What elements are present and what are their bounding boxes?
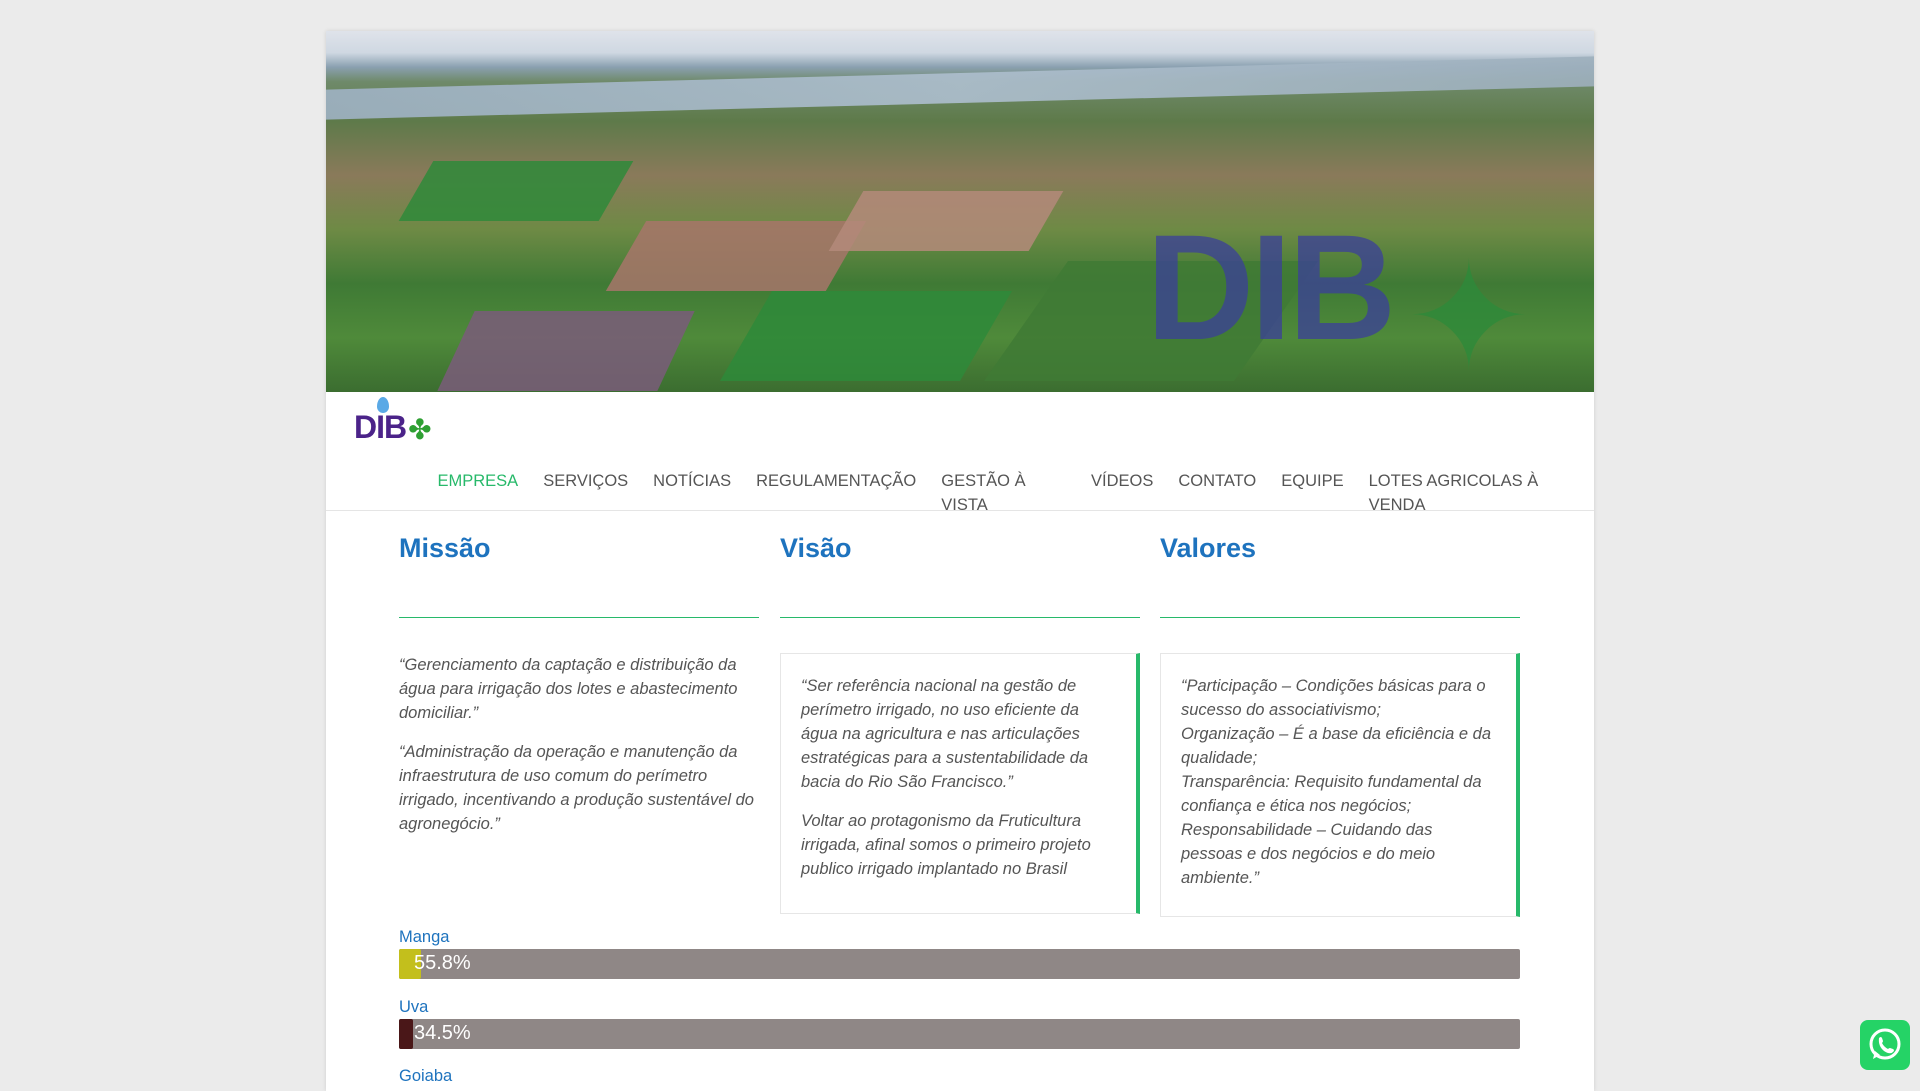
skill-label: Manga (399, 928, 450, 946)
valores-line: Responsabilidade – Cuidando das pessoas … (1181, 821, 1436, 887)
skill-bar-manga: Manga 55.8% (399, 927, 1520, 979)
skill-label: Uva (399, 998, 429, 1016)
field (437, 311, 695, 391)
progress-fill (399, 1019, 413, 1049)
skill-label: Goiaba (399, 1067, 453, 1085)
valores-box: “Participação – Condições básicas para o… (1160, 653, 1520, 917)
missao-title: Missão (399, 521, 759, 618)
field (605, 221, 867, 291)
progress-track: 34.5% (399, 1019, 1520, 1049)
field (720, 291, 1012, 381)
site-logo[interactable]: DIB ✤ (354, 397, 432, 446)
visao-paragraph: Voltar ao protagonismo da Fruticultura i… (801, 812, 1091, 878)
missao-section: Missão “Gerenciamento da captação e dist… (399, 521, 759, 851)
valores-section: Valores “Participação – Condições básica… (1160, 521, 1520, 917)
whatsapp-icon (1869, 1028, 1901, 1060)
missao-paragraph: “Administração da operação e manutenção … (399, 743, 754, 833)
field (398, 161, 634, 221)
river (326, 56, 1594, 120)
progress-percent: 34.5% (414, 1022, 471, 1044)
page-container: DIB ✦ DIB ✤ EMPRESA SERVIÇOS NOTÍCIAS RE… (326, 31, 1594, 1091)
progress-percent: 55.8% (414, 952, 471, 974)
missao-body: “Gerenciamento da captação e distribuiçã… (399, 618, 759, 836)
leaf-icon: ✦ (1406, 233, 1532, 392)
valores-title: Valores (1160, 521, 1520, 618)
logo-text: DIB (354, 409, 407, 445)
leaf-icon: ✤ (408, 414, 432, 445)
visao-title: Visão (780, 521, 1140, 618)
valores-line: Transparência: Requisito fundamental da … (1181, 773, 1482, 815)
whatsapp-button[interactable] (1860, 1020, 1910, 1070)
skill-bar-goiaba: Goiaba (399, 1066, 1520, 1086)
missao-paragraph: “Gerenciamento da captação e distribuiçã… (399, 656, 738, 722)
field (828, 191, 1064, 251)
header-divider (326, 510, 1594, 511)
water-drop-icon (377, 397, 389, 413)
visao-paragraph: “Ser referência nacional na gestão de pe… (801, 677, 1089, 791)
progress-track: 55.8% (399, 949, 1520, 979)
header-banner-image: DIB ✦ (326, 31, 1594, 392)
valores-line: Organização – É a base da eficiência e d… (1181, 725, 1492, 767)
visao-box: “Ser referência nacional na gestão de pe… (780, 653, 1140, 914)
skill-bar-uva: Uva 34.5% (399, 997, 1520, 1049)
visao-section: Visão “Ser referência nacional na gestão… (780, 521, 1140, 914)
valores-line: “Participação – Condições básicas para o… (1181, 677, 1486, 719)
banner-logo: DIB (1146, 203, 1396, 371)
